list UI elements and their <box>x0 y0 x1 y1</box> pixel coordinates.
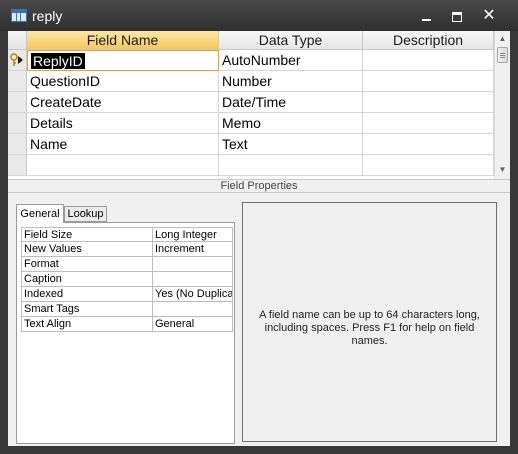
property-row[interactable]: Caption <box>21 272 233 287</box>
field-name-cell[interactable]: Name <box>27 134 219 155</box>
maximize-icon <box>452 12 462 23</box>
field-grid: Field Name Data Type Description ReplyID… <box>8 31 510 179</box>
select-all-corner[interactable] <box>8 31 27 50</box>
field-name-cell[interactable]: CreateDate <box>27 92 219 113</box>
property-value[interactable] <box>152 272 233 287</box>
table-icon <box>11 9 27 22</box>
property-name: Format <box>21 257 152 272</box>
close-button[interactable]: ✕ <box>474 5 504 27</box>
description-cell[interactable] <box>363 113 494 134</box>
field-name-cell[interactable]: QuestionID <box>27 71 219 92</box>
data-type-cell[interactable]: Date/Time <box>219 92 363 113</box>
row-selector[interactable] <box>8 113 27 134</box>
property-value[interactable]: Increment <box>152 242 233 257</box>
title-bar[interactable]: reply ✕ <box>0 0 518 31</box>
property-sheet: Field Size Long Integer New Values Incre… <box>16 222 235 444</box>
field-properties-pane: General Lookup Field Size Long Integer N… <box>8 193 510 446</box>
minimize-button[interactable] <box>411 5 441 27</box>
description-cell[interactable] <box>363 134 494 155</box>
field-row[interactable]: ReplyID AutoNumber <box>8 50 494 71</box>
description-cell[interactable] <box>363 92 494 113</box>
grip-icon <box>500 55 505 56</box>
column-header-data-type[interactable]: Data Type <box>219 31 363 50</box>
maximize-button[interactable] <box>442 5 472 27</box>
row-selector[interactable] <box>8 155 27 176</box>
property-value[interactable] <box>152 257 233 272</box>
property-row[interactable]: Text Align General <box>21 317 233 332</box>
table-design-window: reply ✕ Field Name Data Type Description <box>0 0 518 454</box>
property-row[interactable]: New Values Increment <box>21 242 233 257</box>
tab-general[interactable]: General <box>16 204 64 223</box>
property-row[interactable]: Field Size Long Integer <box>21 227 233 242</box>
data-type-cell[interactable]: Number <box>219 71 363 92</box>
help-panel: A field name can be up to 64 characters … <box>242 202 497 442</box>
data-type-cell[interactable]: Text <box>219 134 363 155</box>
scroll-down-icon[interactable]: ▼ <box>495 162 510 177</box>
property-value[interactable]: Long Integer <box>152 227 233 242</box>
field-name-cell[interactable]: ReplyID <box>27 50 219 71</box>
row-selector[interactable] <box>8 92 27 113</box>
property-value[interactable] <box>152 302 233 317</box>
property-value[interactable]: Yes (No Duplica <box>152 287 233 302</box>
property-name: Text Align <box>21 317 152 332</box>
property-row[interactable]: Format <box>21 257 233 272</box>
property-name: Indexed <box>21 287 152 302</box>
field-name-cell[interactable] <box>27 155 219 176</box>
design-view: Field Name Data Type Description ReplyID… <box>8 31 510 446</box>
data-type-cell[interactable]: AutoNumber <box>219 50 363 71</box>
vertical-scrollbar[interactable]: ▲ ▼ <box>494 31 510 179</box>
property-name: New Values <box>21 242 152 257</box>
field-row[interactable]: Name Text <box>8 134 494 155</box>
help-text: A field name can be up to 64 characters … <box>259 309 480 347</box>
data-type-cell[interactable]: Memo <box>219 113 363 134</box>
description-cell[interactable] <box>363 71 494 92</box>
description-cell[interactable] <box>363 155 494 176</box>
description-cell[interactable] <box>363 50 494 71</box>
property-name: Smart Tags <box>21 302 152 317</box>
field-row-new[interactable] <box>8 155 494 176</box>
primary-key-icon <box>10 53 23 66</box>
column-header-description[interactable]: Description <box>363 31 494 50</box>
row-selector[interactable] <box>8 71 27 92</box>
row-selector[interactable] <box>8 134 27 155</box>
scroll-up-icon[interactable]: ▲ <box>495 31 510 46</box>
property-row[interactable]: Smart Tags <box>21 302 233 317</box>
property-row[interactable]: Indexed Yes (No Duplica <box>21 287 233 302</box>
field-row[interactable]: QuestionID Number <box>8 71 494 92</box>
tab-lookup[interactable]: Lookup <box>64 206 107 222</box>
row-selector[interactable] <box>8 50 27 71</box>
field-name-selected-text: ReplyID <box>31 53 85 69</box>
property-value[interactable]: General <box>152 317 233 332</box>
minimize-icon <box>421 19 431 22</box>
column-header-field-name[interactable]: Field Name <box>27 31 219 50</box>
scroll-thumb[interactable] <box>497 47 508 63</box>
field-row[interactable]: Details Memo <box>8 113 494 134</box>
field-row[interactable]: CreateDate Date/Time <box>8 92 494 113</box>
property-name: Field Size <box>21 227 152 242</box>
window-title: reply <box>32 8 63 24</box>
close-icon: ✕ <box>482 7 496 24</box>
data-type-cell[interactable] <box>219 155 363 176</box>
field-properties-label: Field Properties <box>8 179 510 193</box>
property-name: Caption <box>21 272 152 287</box>
field-name-cell[interactable]: Details <box>27 113 219 134</box>
